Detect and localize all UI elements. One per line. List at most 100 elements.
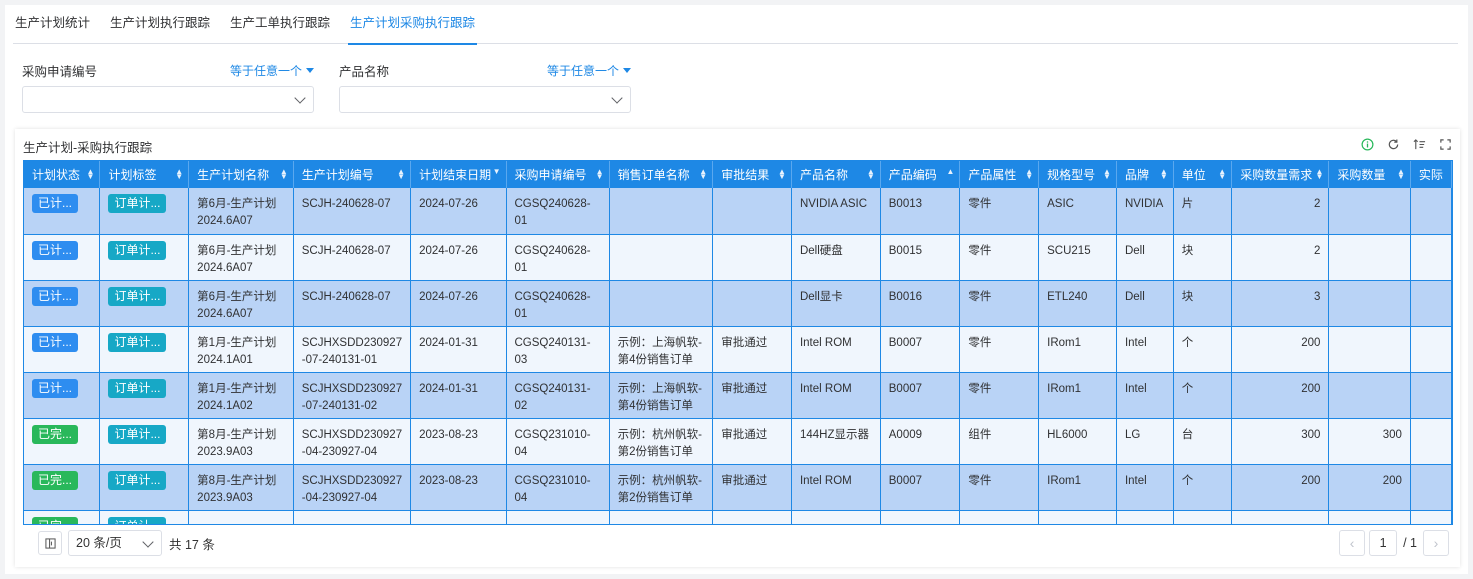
page-size-select[interactable]: 20 条/页 [68, 530, 162, 556]
page-size-label: 20 条/页 [76, 536, 122, 550]
column-header[interactable]: 产品编码 ▲ [880, 161, 961, 188]
table-row[interactable]: 已计... 订单计... 第6月-生产计划 2024.6A07 SCJH-240628… [24, 188, 1452, 235]
column-header[interactable]: 审批结果 ▲ ▼ [712, 161, 792, 188]
cell-pr-no: CGSQ240628-01 [506, 234, 610, 281]
plan-tag-badge[interactable]: 订单计... [108, 470, 167, 490]
filter-select[interactable] [339, 86, 631, 113]
status-badge[interactable]: 已完... [32, 470, 79, 490]
status-badge[interactable]: 已计... [32, 194, 79, 213]
column-header[interactable]: 采购申请编号 ▲ ▼ [506, 161, 610, 188]
cell-end-date: 2024-07-26 [410, 188, 507, 235]
cell-spec: IRom1 [1038, 464, 1117, 511]
cell-attr [959, 510, 1040, 524]
status-badge[interactable]: 已完... [32, 424, 79, 444]
cell-approval: 审批通过 [712, 464, 792, 511]
cell-plan-tag: 订单计... [99, 234, 190, 281]
status-badge[interactable]: 已计... [32, 286, 79, 306]
cell-approval [712, 188, 792, 235]
table-row[interactable]: 已计... 订单计... 第6月-生产计划 2024.6A07 SCJH-240628… [24, 234, 1452, 281]
cell-actual [1410, 188, 1452, 235]
sort-icon: ▲ ▼ [1025, 167, 1034, 181]
column-header[interactable]: 生产计划编号 ▲ ▼ [293, 161, 412, 188]
tab-plan-purchase-execution[interactable]: 生产计划采购执行跟踪 [348, 5, 478, 45]
column-header[interactable]: 计划标签 ▲ ▼ [99, 161, 190, 188]
fullscreen-icon[interactable] [1438, 137, 1452, 151]
sort-icon: ▲ ▼ [175, 167, 184, 181]
cell-pr-no [506, 510, 610, 524]
plan-tag-badge[interactable]: 订单计... [108, 194, 167, 213]
prev-page-button[interactable]: ‹ [1339, 530, 1366, 556]
page-number-input[interactable]: 1 [1369, 530, 1398, 556]
status-badge[interactable]: 已计... [32, 332, 79, 352]
cell-unit: 块 [1173, 280, 1233, 327]
cell-unit [1173, 510, 1233, 524]
cell-plan-no: SCJH-240628-07 [293, 188, 412, 235]
status-badge[interactable]: 已计... [32, 240, 79, 260]
cell-plan-tag: 订单计... [99, 464, 190, 511]
panel-toolbar [1360, 137, 1452, 151]
chevron-down-icon [142, 536, 154, 548]
cell-code: B0007 [880, 372, 961, 419]
plan-tag-badge[interactable]: 订单计... [108, 516, 167, 524]
table-row[interactable]: 已完... 订单计... [24, 510, 1452, 524]
cell-plan-status: 已完... [24, 510, 101, 524]
column-freeze-icon[interactable] [38, 531, 62, 555]
filter-operator-dropdown[interactable]: 等于任意一个 [230, 62, 314, 79]
column-header[interactable]: 产品属性 ▲ ▼ [959, 161, 1040, 188]
refresh-icon[interactable] [1386, 137, 1400, 151]
cell-brand: LG [1116, 418, 1174, 465]
cell-plan-name: 第6月-生产计划 2024.6A07 [188, 188, 294, 235]
plan-tag-badge[interactable]: 订单计... [108, 240, 167, 260]
table-row[interactable]: 已计... 订单计... 第1月-生产计划 2024.1A01 SCJHXSDD230… [24, 326, 1452, 373]
cell-product: 144HZ显示器 [791, 418, 881, 465]
column-header[interactable]: 单位 ▲ ▼ [1173, 161, 1233, 188]
filter-operator-label: 等于任意一个 [546, 63, 619, 78]
cell-pur-qty [1328, 372, 1411, 419]
sort-settings-icon[interactable] [1412, 137, 1426, 151]
cell-attr: 组件 [959, 418, 1040, 465]
cell-pur-qty [1328, 234, 1411, 281]
table-row[interactable]: 已计... 订单计... 第1月-生产计划 2024.1A02 SCJHXSDD230… [24, 372, 1452, 419]
column-header[interactable]: 计划状态 ▲ ▼ [24, 161, 101, 188]
cell-brand: Dell [1116, 280, 1174, 327]
column-header[interactable]: 采购数量 ▲ ▼ [1328, 161, 1411, 188]
column-header[interactable]: 产品名称 ▲ ▼ [791, 161, 881, 188]
chevron-down-icon [611, 92, 623, 104]
column-header[interactable]: 品牌 ▲ ▼ [1116, 161, 1174, 188]
table-row[interactable]: 已完... 订单计... 第8月-生产计划 2023.9A03 SCJHXSDD230… [24, 464, 1452, 511]
cell-plan-no: SCJHXSDD230927 -04-230927-04 [293, 464, 412, 511]
table-row[interactable]: 已计... 订单计... 第6月-生产计划 2024.6A07 SCJH-240628… [24, 280, 1452, 327]
cell-spec: ETL240 [1038, 280, 1117, 327]
column-header[interactable]: 计划结束日期 ▼ [410, 161, 507, 188]
cell-unit: 块 [1173, 234, 1233, 281]
cell-plan-name: 第6月-生产计划 2024.6A07 [188, 234, 294, 281]
info-icon[interactable] [1360, 137, 1374, 151]
cell-code: B0007 [880, 464, 961, 511]
sort-icon: ▲ ▼ [1159, 167, 1168, 181]
column-header[interactable]: 生产计划名称 ▲ ▼ [188, 161, 294, 188]
cell-plan-status: 已计... [24, 234, 101, 281]
plan-tag-badge[interactable]: 订单计... [108, 378, 167, 398]
cell-brand: Dell [1116, 234, 1174, 281]
cell-plan-name [188, 510, 294, 524]
column-header[interactable]: 销售订单名称 ▲ ▼ [609, 161, 714, 188]
tab-plan-execution[interactable]: 生产计划执行跟踪 [108, 5, 212, 44]
cell-plan-tag: 订单计... [99, 280, 190, 327]
column-header[interactable]: 实际 [1410, 161, 1452, 188]
plan-tag-badge[interactable]: 订单计... [108, 332, 167, 352]
tab-plan-stats[interactable]: 生产计划统计 [13, 5, 92, 44]
filter-operator-dropdown[interactable]: 等于任意一个 [547, 62, 631, 79]
plan-tag-badge[interactable]: 订单计... [108, 286, 167, 306]
filter-select[interactable] [22, 86, 314, 113]
cell-end-date [410, 510, 507, 524]
column-header[interactable]: 采购数量需求 ▲ ▼ [1231, 161, 1330, 188]
status-badge[interactable]: 已完... [32, 516, 79, 524]
next-page-button[interactable]: › [1423, 530, 1449, 556]
column-header[interactable]: 规格型号 ▲ ▼ [1038, 161, 1117, 188]
status-badge[interactable]: 已计... [32, 378, 79, 398]
table-row[interactable]: 已完... 订单计... 第8月-生产计划 2023.9A03 SCJHXSDD230… [24, 418, 1452, 465]
cell-so-name: 示例：杭州帆软- 第2份销售订单 [609, 464, 714, 511]
tab-workorder-execution[interactable]: 生产工单执行跟踪 [228, 5, 332, 44]
plan-tag-badge[interactable]: 订单计... [108, 424, 167, 444]
cell-plan-status: 已计... [24, 326, 101, 373]
